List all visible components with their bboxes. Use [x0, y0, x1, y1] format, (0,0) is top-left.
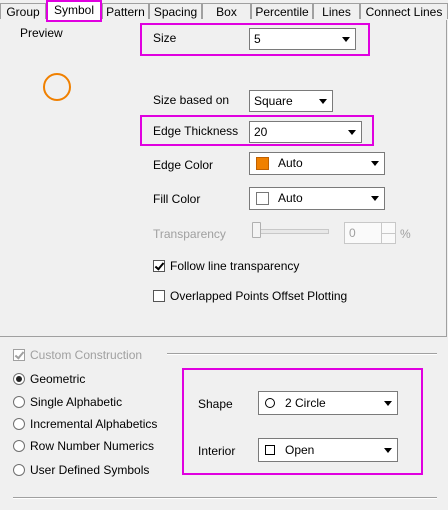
- size-value: 5: [254, 32, 261, 46]
- custom-construction-checkbox[interactable]: [13, 349, 25, 361]
- radio-single-alphabetic[interactable]: [13, 396, 25, 408]
- tab-pattern[interactable]: Pattern: [102, 3, 149, 19]
- radio-row-number-numerics-label: Row Number Numerics: [30, 439, 155, 453]
- radio-incremental-alphabetics[interactable]: [13, 418, 25, 430]
- chevron-down-icon: [319, 99, 327, 104]
- chevron-down-icon: [384, 401, 392, 406]
- radio-single-alphabetic-label: Single Alphabetic: [30, 395, 123, 409]
- preview-label: Preview: [20, 26, 63, 40]
- fill-color-value: Auto: [278, 191, 303, 205]
- tab-percentile[interactable]: Percentile: [251, 3, 313, 19]
- white-swatch-icon: [256, 192, 269, 205]
- radio-user-defined-symbols[interactable]: [13, 464, 25, 476]
- orange-swatch-icon: [256, 157, 269, 170]
- tab-lines[interactable]: Lines: [313, 3, 360, 19]
- open-square-icon: [265, 445, 275, 455]
- overlapped-points-checkbox[interactable]: [153, 290, 165, 302]
- interior-value: Open: [285, 443, 315, 457]
- edge-color-value: Auto: [278, 156, 303, 170]
- fill-color-label: Fill Color: [153, 192, 201, 206]
- size-combo[interactable]: 5: [249, 28, 356, 50]
- shape-value: 2 Circle: [285, 396, 326, 410]
- bottom-divider: [13, 497, 437, 499]
- size-based-on-select[interactable]: Square: [249, 90, 333, 112]
- custom-construction-divider: [167, 353, 437, 355]
- edge-color-label: Edge Color: [153, 158, 214, 172]
- radio-geometric[interactable]: [13, 373, 25, 385]
- circle-outline-icon: [265, 398, 275, 408]
- chevron-down-icon: [371, 161, 379, 166]
- edge-thickness-value: 20: [254, 125, 268, 139]
- tab-symbol[interactable]: Symbol: [46, 0, 102, 22]
- transparency-slider-handle[interactable]: [252, 222, 261, 238]
- follow-line-transparency-checkbox[interactable]: [153, 260, 165, 272]
- radio-incremental-alphabetics-label: Incremental Alphabetics: [30, 417, 158, 431]
- fill-color-select[interactable]: Auto: [249, 187, 385, 210]
- size-based-on-label: Size based on: [153, 93, 230, 107]
- tab-spacing[interactable]: Spacing: [149, 3, 202, 19]
- transparency-value: 0: [349, 226, 356, 240]
- spin-down-icon[interactable]: [381, 233, 395, 243]
- tab-group[interactable]: Group: [0, 3, 46, 19]
- custom-construction-label: Custom Construction: [30, 348, 143, 362]
- transparency-spinner[interactable]: 0: [344, 222, 396, 244]
- edge-color-select[interactable]: Auto: [249, 152, 385, 175]
- tab-box[interactable]: Box: [202, 3, 251, 19]
- transparency-slider-track[interactable]: [255, 229, 329, 234]
- size-label: Size: [153, 31, 177, 45]
- size-based-on-value: Square: [254, 94, 293, 108]
- transparency-label: Transparency: [153, 227, 226, 241]
- tab-connect-lines[interactable]: Connect Lines: [360, 3, 448, 19]
- radio-geometric-label: Geometric: [30, 372, 86, 386]
- shape-select[interactable]: 2 Circle: [258, 391, 398, 415]
- orange-circle-icon: [42, 72, 72, 102]
- radio-row-number-numerics[interactable]: [13, 440, 25, 452]
- chevron-down-icon: [371, 196, 379, 201]
- chevron-down-icon: [384, 448, 392, 453]
- tab-bar: Group Symbol Pattern Spacing Box Percent…: [0, 0, 448, 22]
- chevron-down-icon: [348, 130, 356, 135]
- edge-thickness-label: Edge Thickness: [153, 124, 239, 138]
- follow-line-transparency-label: Follow line transparency: [170, 259, 300, 273]
- interior-select[interactable]: Open: [258, 438, 398, 462]
- symbol-panel: Preview Size 5 Size based on Square Edge…: [0, 20, 448, 510]
- interior-label: Interior: [198, 444, 236, 458]
- radio-user-defined-symbols-label: User Defined Symbols: [30, 463, 150, 477]
- edge-thickness-combo[interactable]: 20: [249, 121, 362, 143]
- shape-label: Shape: [198, 397, 233, 411]
- overlapped-points-label: Overlapped Points Offset Plotting: [170, 289, 348, 303]
- transparency-unit: %: [400, 227, 411, 241]
- chevron-down-icon: [342, 37, 350, 42]
